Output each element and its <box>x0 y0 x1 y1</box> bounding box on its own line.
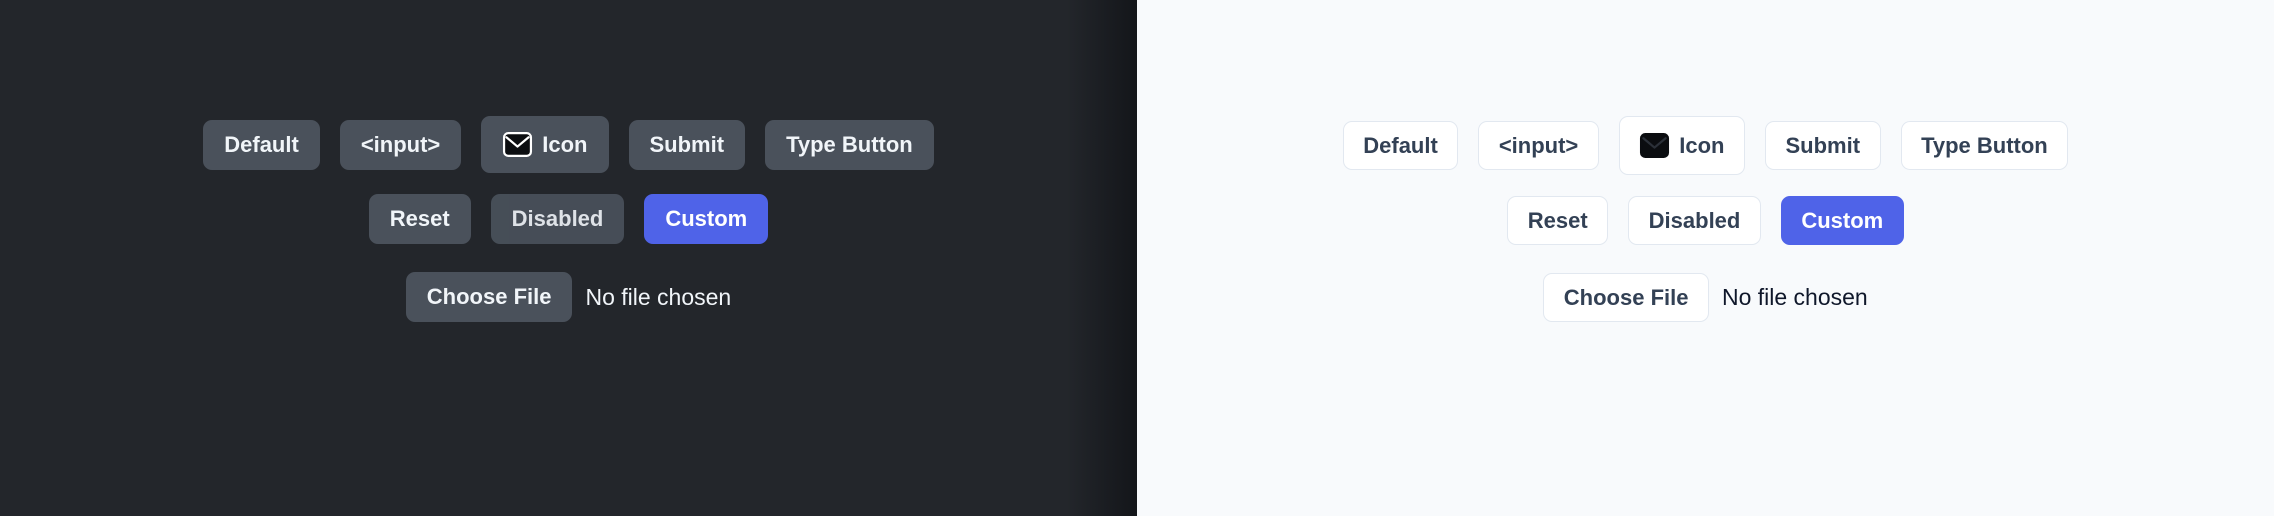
button-custom[interactable]: Custom <box>644 194 769 244</box>
button-icon-label: Icon <box>542 131 588 157</box>
light-theme-panel: Default <input> Icon Submit Type Button … <box>1137 0 2274 516</box>
button-input[interactable]: <input> <box>339 119 462 170</box>
button-disabled: Disabled <box>1628 196 1761 245</box>
button-custom[interactable]: Custom <box>1780 196 1904 245</box>
light-button-stack: Default <input> Icon Submit Type Button … <box>1137 0 2274 322</box>
button-submit[interactable]: Submit <box>628 119 746 170</box>
button-submit[interactable]: Submit <box>1765 121 1881 170</box>
envelope-icon <box>502 129 533 160</box>
dark-button-row-2: Reset Disabled Custom <box>0 194 1137 244</box>
button-icon[interactable]: Icon <box>481 116 609 173</box>
theme-comparison-split: Default <input> Icon Submit Type Button … <box>0 0 2274 516</box>
dark-file-input-row: Choose File No file chosen <box>0 272 1137 322</box>
button-default[interactable]: Default <box>1342 121 1459 170</box>
file-name-label: No file chosen <box>1721 284 1868 310</box>
button-type-button[interactable]: Type Button <box>1900 121 2069 170</box>
envelope-icon <box>1639 130 1670 161</box>
file-name-label: No file chosen <box>585 283 732 310</box>
dark-theme-panel: Default <input> Icon Submit Type Button … <box>0 0 1137 516</box>
file-input[interactable]: Choose File No file chosen <box>1543 273 1868 322</box>
light-button-row-1: Default <input> Icon Submit Type Button <box>1137 116 2274 175</box>
choose-file-button[interactable]: Choose File <box>1543 273 1709 322</box>
light-button-row-2: Reset Disabled Custom <box>1137 196 2274 245</box>
light-file-input-row: Choose File No file chosen <box>1137 273 2274 322</box>
button-input[interactable]: <input> <box>1478 121 1599 170</box>
dark-button-stack: Default <input> Icon Submit Type Button … <box>0 0 1137 322</box>
dark-button-row-1: Default <input> Icon Submit Type Button <box>0 116 1137 173</box>
button-default[interactable]: Default <box>203 119 320 170</box>
button-reset[interactable]: Reset <box>1507 196 1609 245</box>
button-type-button[interactable]: Type Button <box>765 119 934 170</box>
button-icon-label: Icon <box>1679 132 1725 158</box>
button-disabled: Disabled <box>490 194 625 244</box>
button-icon[interactable]: Icon <box>1618 116 1745 175</box>
file-input[interactable]: Choose File No file chosen <box>405 272 732 322</box>
button-reset[interactable]: Reset <box>368 194 471 244</box>
choose-file-button[interactable]: Choose File <box>405 272 573 322</box>
